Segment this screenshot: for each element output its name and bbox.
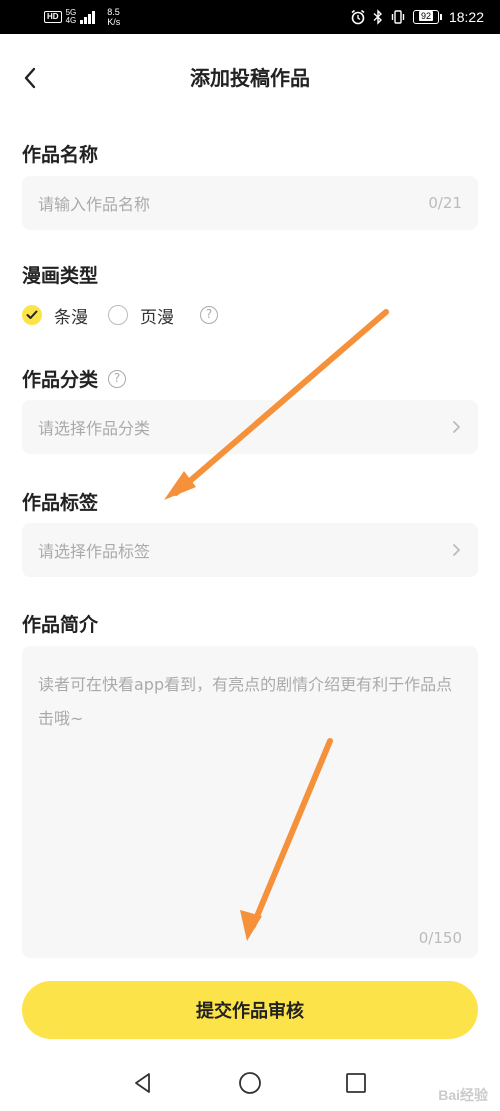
category-label: 作品分类 ?: [22, 365, 127, 392]
intro-counter: 0/150: [418, 929, 462, 947]
speed-unit: K/s: [107, 17, 121, 27]
name-counter: 0/21: [428, 194, 462, 212]
comic-type-options: 条漫 页漫 ?: [22, 300, 218, 330]
category-label-text: 作品分类: [22, 369, 99, 391]
status-left: HD 5G 4G 8.5 K/s: [44, 0, 120, 34]
back-triangle-icon[interactable]: [130, 1070, 156, 1096]
vibrate-icon: [391, 10, 405, 24]
intro-textarea[interactable]: 读者可在快看app看到，有亮点的剧情介绍更有利于作品点击哦~ 0/150: [22, 646, 478, 958]
alarm-icon: [351, 9, 365, 25]
tags-placeholder: 请选择作品标签: [38, 542, 151, 561]
name-input[interactable]: 请输入作品名称 0/21: [22, 176, 478, 230]
status-time: 18:22: [448, 9, 484, 25]
category-placeholder: 请选择作品分类: [38, 419, 151, 438]
intro-placeholder: 读者可在快看app看到，有亮点的剧情介绍更有利于作品点击哦~: [38, 675, 453, 728]
hd-badge: HD: [44, 11, 62, 23]
signal-icon: [80, 10, 96, 24]
radio-option-yeman-label: 页漫: [140, 307, 174, 328]
intro-label: 作品简介: [22, 610, 98, 637]
battery-icon: 92: [412, 10, 442, 24]
name-label-text: 作品名称: [22, 144, 99, 166]
arrow-head-tags: [164, 471, 196, 500]
recents-square-icon[interactable]: [343, 1070, 369, 1096]
tags-label: 作品标签: [22, 488, 98, 515]
system-nav-bar: Bai经验: [0, 1056, 500, 1111]
tags-label-text: 作品标签: [22, 492, 99, 514]
home-circle-icon[interactable]: [237, 1070, 263, 1096]
checkmark-icon: [22, 305, 42, 325]
name-placeholder: 请输入作品名称: [38, 195, 151, 214]
network-type-bottom: 4G: [65, 16, 77, 25]
page-title: 添加投稿作品: [190, 66, 310, 90]
name-label: 作品名称: [22, 140, 98, 167]
status-right: 92 18:22: [350, 0, 484, 34]
question-icon[interactable]: ?: [108, 369, 127, 388]
network-speed: 8.5 K/s: [107, 7, 120, 27]
page-header: 添加投稿作品: [0, 34, 500, 122]
chevron-right-icon: [453, 421, 460, 433]
radio-option-yeman[interactable]: 页漫: [108, 303, 174, 328]
comic-type-label-text: 漫画类型: [22, 265, 99, 287]
bluetooth-icon: [373, 9, 382, 25]
submit-button-label: 提交作品审核: [196, 1001, 304, 1022]
status-bar: HD 5G 4G 8.5 K/s 92 18:22: [0, 0, 500, 34]
tags-select[interactable]: 请选择作品标签: [22, 523, 478, 577]
question-icon[interactable]: ?: [200, 306, 218, 324]
chevron-right-icon: [453, 544, 460, 556]
radio-option-tiaoman-label: 条漫: [54, 307, 88, 328]
battery-level: 92: [418, 11, 433, 21]
radio-option-tiaoman[interactable]: 条漫: [22, 303, 88, 328]
intro-label-text: 作品简介: [22, 614, 99, 636]
comic-type-label: 漫画类型: [22, 261, 98, 288]
radio-circle-icon: [108, 305, 128, 325]
speed-value: 8.5: [107, 7, 120, 17]
network-type: 5G 4G: [66, 9, 77, 25]
category-select[interactable]: 请选择作品分类: [22, 400, 478, 454]
submit-button[interactable]: 提交作品审核: [22, 981, 478, 1039]
baidu-watermark: Bai经验: [438, 1087, 488, 1103]
